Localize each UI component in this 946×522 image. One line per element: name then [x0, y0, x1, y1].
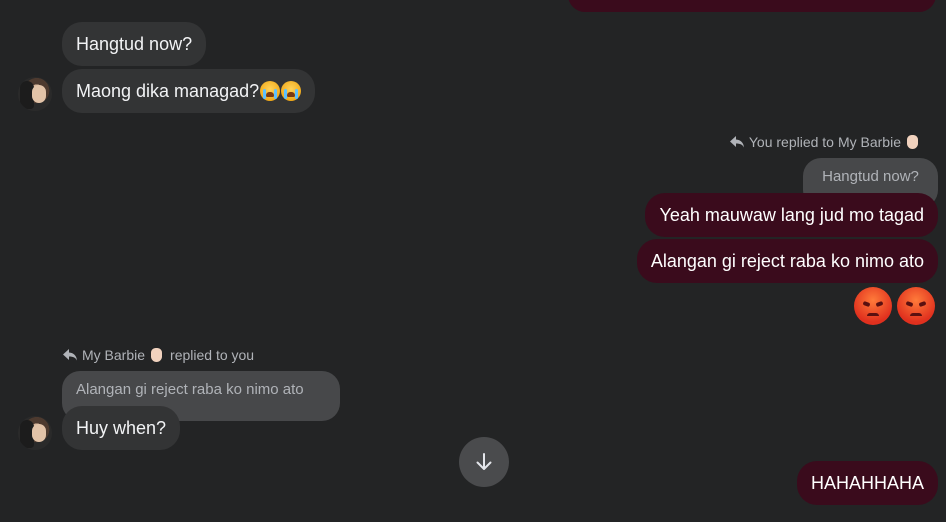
reply-note-suffix: replied to you — [170, 347, 255, 363]
angry-face-icon[interactable] — [897, 287, 935, 325]
scroll-to-bottom-button[interactable] — [459, 437, 509, 487]
reply-note-name: My Barbie — [82, 347, 146, 363]
hand-emoji-icon — [907, 135, 918, 149]
reply-arrow-icon — [63, 349, 77, 361]
message-text: Maong dika managad? — [76, 81, 260, 101]
reply-note-name: My Barbie — [837, 134, 901, 150]
incoming-message[interactable]: Maong dika managad? — [62, 69, 316, 113]
arrow-down-icon — [476, 453, 492, 470]
message-text: Alangan gi reject raba ko nimo ato — [650, 251, 924, 271]
message-text: Hangtud now? — [76, 34, 193, 54]
crying-face-icon — [260, 81, 281, 101]
avatar[interactable] — [18, 416, 52, 450]
outgoing-message[interactable]: HAHAHHAHA — [796, 461, 938, 505]
avatar[interactable] — [18, 77, 52, 111]
outgoing-message[interactable]: Alangan gi reject raba ko nimo ato — [636, 239, 938, 283]
angry-face-icon[interactable] — [854, 287, 892, 325]
partial-outgoing-bubble[interactable] — [568, 0, 936, 12]
reply-context-note: You replied to My Barbie — [729, 133, 918, 151]
reply-arrow-icon — [729, 136, 744, 148]
message-text: Huy when? — [76, 418, 167, 438]
hand-emoji-icon — [151, 348, 163, 362]
crying-face-icon — [281, 81, 302, 101]
incoming-message[interactable]: Hangtud now? — [62, 22, 207, 66]
reply-context-note: My Barbie replied to you — [62, 346, 254, 364]
quoted-text: Alangan gi reject raba ko nimo ato — [76, 381, 304, 398]
outgoing-message[interactable]: Yeah mauwaw lang jud mo tagad — [645, 193, 938, 237]
quoted-text: Hangtud now? — [822, 168, 919, 185]
message-text: HAHAHHAHA — [810, 473, 924, 493]
message-text: Yeah mauwaw lang jud mo tagad — [659, 205, 924, 225]
reply-note-prefix: You replied to — [748, 134, 834, 150]
chat-thread: Hangtud now? Maong dika managad? You rep… — [0, 0, 946, 522]
incoming-message[interactable]: Huy when? — [62, 406, 181, 450]
